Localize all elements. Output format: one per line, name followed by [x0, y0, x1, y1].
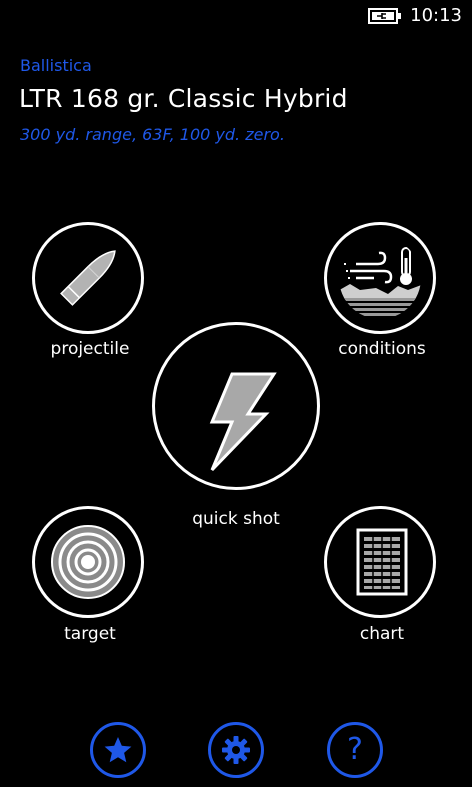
favorites-button[interactable] [90, 722, 146, 778]
chart-table-icon [356, 528, 408, 596]
lightning-bolt-icon [209, 372, 277, 472]
help-icon: ? [347, 731, 363, 767]
gear-icon [222, 736, 250, 764]
target-icon [51, 525, 125, 599]
settings-button[interactable] [208, 722, 264, 778]
projectile-tile[interactable]: projectile [22, 218, 158, 368]
status-bar: 10:13 [0, 0, 472, 32]
star-icon [104, 737, 132, 763]
chart-label: chart [359, 624, 405, 644]
quick-shot-label: quick shot [192, 509, 280, 529]
chart-tile[interactable]: chart [312, 504, 452, 654]
weather-conditions-icon [339, 247, 421, 316]
help-button[interactable]: ? [327, 722, 383, 778]
app-name: Ballistica [20, 56, 92, 75]
page-subtitle: 300 yd. range, 63F, 100 yd. zero. [20, 125, 285, 144]
conditions-tile[interactable]: conditions [312, 218, 452, 368]
quick-shot-tile[interactable]: quick shot [146, 318, 326, 533]
conditions-label: conditions [338, 339, 426, 359]
bullet-icon [60, 250, 116, 306]
status-time: 10:13 [410, 5, 462, 26]
page-title: LTR 168 gr. Classic Hybrid [19, 84, 348, 113]
projectile-label: projectile [50, 339, 130, 359]
battery-charging-icon [368, 8, 401, 24]
target-label: target [64, 624, 116, 644]
target-tile[interactable]: target [22, 504, 158, 654]
